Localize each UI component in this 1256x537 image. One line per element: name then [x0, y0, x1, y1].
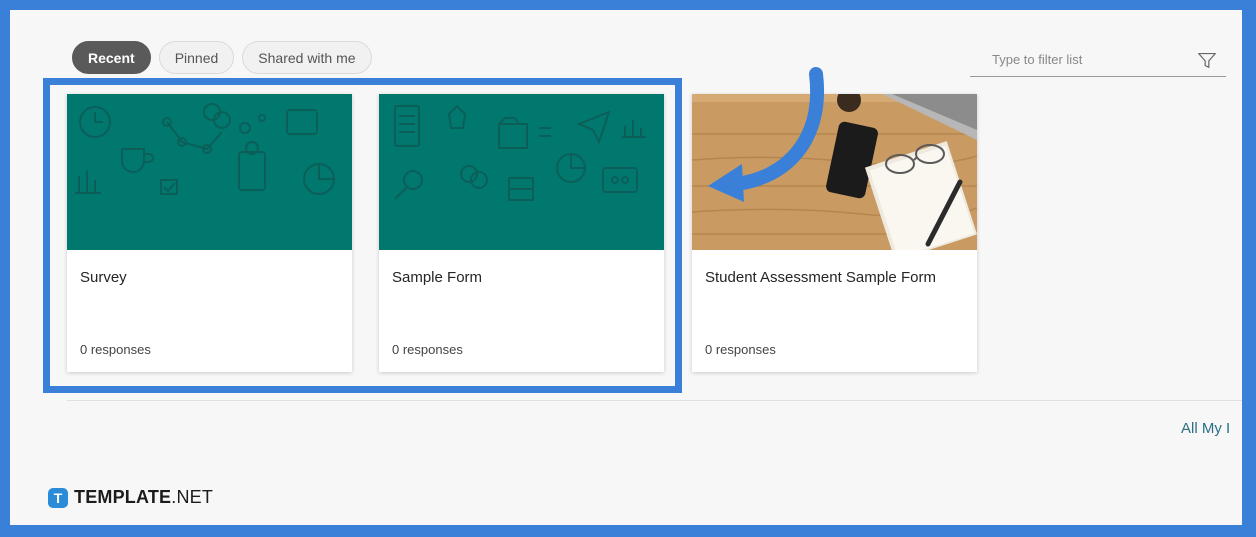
all-my-forms-link[interactable]: All My I	[1181, 420, 1230, 437]
tab-recent[interactable]: Recent	[72, 41, 151, 74]
form-thumbnail	[692, 94, 977, 250]
tab-shared-with-me[interactable]: Shared with me	[242, 41, 372, 74]
highlight-box	[43, 78, 682, 393]
divider	[67, 400, 1242, 401]
filter-input[interactable]	[970, 43, 1196, 76]
brand-name: TEMPLATE.NET	[74, 487, 213, 508]
brand-logo: T TEMPLATE.NET	[48, 487, 213, 508]
filter-box	[970, 43, 1226, 77]
brand-name-bold: TEMPLATE	[74, 487, 172, 507]
forms-page: Recent Pinned Shared with me Type to fil…	[10, 10, 1242, 525]
form-response-count: 0 responses	[705, 342, 776, 357]
tab-bar: Recent Pinned Shared with me	[72, 41, 372, 74]
filter-icon[interactable]	[1196, 49, 1218, 71]
brand-name-suffix: .NET	[171, 487, 214, 507]
form-card-student-assessment[interactable]: Student Assessment Sample Form 0 respons…	[692, 94, 977, 372]
template-logo-icon: T	[48, 487, 68, 508]
tab-pinned[interactable]: Pinned	[158, 41, 235, 74]
form-title: Student Assessment Sample Form	[705, 269, 936, 286]
